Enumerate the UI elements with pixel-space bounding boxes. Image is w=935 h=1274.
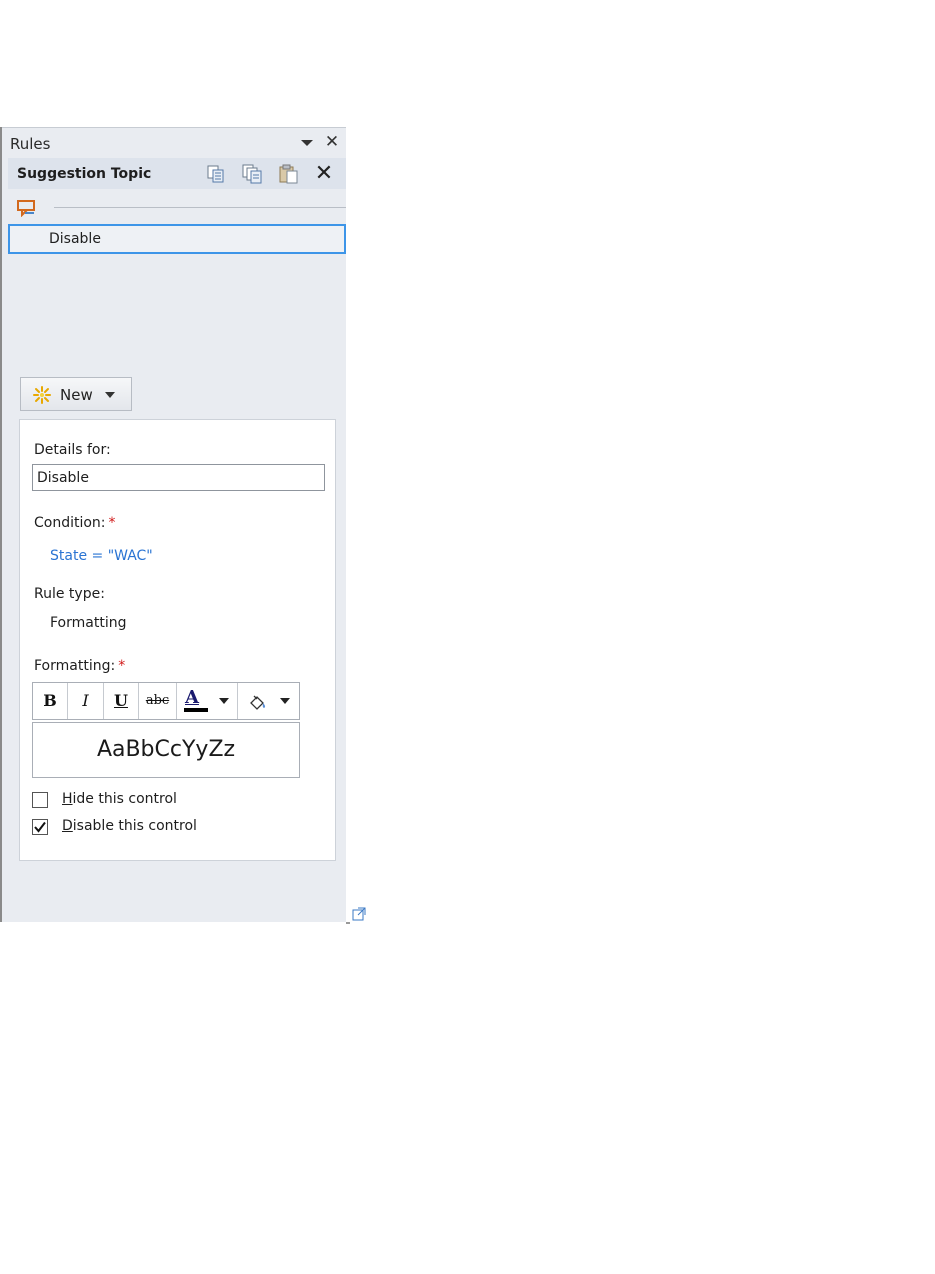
required-marker: *	[118, 658, 126, 674]
topic-title: Suggestion Topic	[17, 166, 152, 182]
required-marker: *	[108, 515, 116, 531]
bold-button[interactable]: B	[33, 683, 68, 719]
pane-title: Rules	[10, 135, 51, 153]
rule-name-input[interactable]	[32, 464, 325, 491]
condition-link[interactable]: State = "WAC"	[50, 548, 153, 564]
new-rule-button[interactable]: New	[20, 377, 132, 411]
chevron-down-icon	[105, 392, 115, 398]
pane-header: Rules ✕	[2, 127, 346, 158]
chevron-down-icon	[280, 698, 290, 704]
rule-item-label: Disable	[49, 231, 101, 247]
condition-label: Condition: *	[34, 515, 116, 531]
rule-callout-icon	[16, 199, 38, 218]
new-button-label: New	[60, 386, 93, 404]
formatting-label: Formatting: *	[34, 658, 126, 674]
paste-rule-icon[interactable]	[278, 164, 300, 184]
dropdown-triangle-icon[interactable]	[299, 135, 315, 151]
copy-all-rules-icon[interactable]	[241, 164, 263, 184]
strikethrough-button[interactable]: abc	[139, 683, 177, 719]
format-preview: AaBbCcYyZz	[32, 722, 300, 778]
font-color-button[interactable]: A	[177, 683, 238, 719]
rule-type-label: Rule type:	[34, 586, 105, 602]
hide-control-label: Hide this control	[62, 791, 177, 807]
close-icon[interactable]: ✕	[323, 133, 341, 151]
separator-line	[54, 207, 346, 208]
rule-type-value: Formatting	[50, 615, 127, 631]
topic-bar: Suggestion Topic ✕	[8, 158, 346, 189]
font-color-swatch	[184, 708, 208, 712]
details-for-label: Details for:	[34, 442, 111, 458]
rule-details-panel: Details for: Condition:* State = "WAC" R…	[19, 419, 336, 861]
chevron-down-icon	[219, 698, 229, 704]
disable-control-label: Disable this control	[62, 818, 197, 834]
paint-bucket-icon	[247, 691, 269, 711]
rule-list-item[interactable]: Disable	[8, 224, 346, 254]
disable-control-checkbox-row[interactable]: Disable this control	[32, 818, 232, 838]
checkmark-icon	[34, 821, 46, 833]
popout-icon[interactable]	[346, 906, 368, 924]
copy-rule-icon[interactable]	[205, 164, 227, 184]
italic-button[interactable]: I	[68, 683, 104, 719]
underline-button[interactable]: U	[104, 683, 139, 719]
rule-group-separator	[16, 199, 346, 218]
delete-rule-icon[interactable]: ✕	[313, 163, 335, 185]
disable-control-checkbox[interactable]	[32, 819, 48, 835]
shading-color-button[interactable]	[238, 683, 299, 719]
new-sparkle-icon	[33, 386, 51, 404]
rules-task-pane: Rules ✕ Suggestion Topic ✕ Disable New D…	[0, 127, 346, 922]
formatting-toolbar: B I U abc A	[32, 682, 300, 720]
hide-control-checkbox[interactable]	[32, 792, 48, 808]
hide-control-checkbox-row[interactable]: Hide this control	[32, 791, 232, 811]
